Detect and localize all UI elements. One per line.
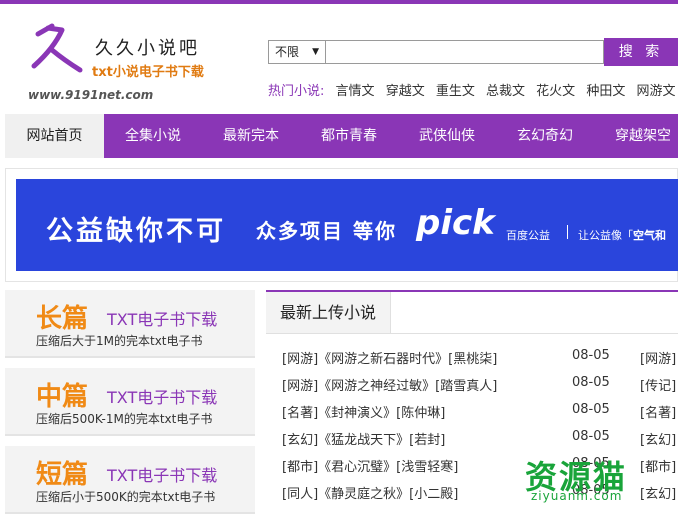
list-item[interactable]: [同人]《静灵庭之秋》[小二殿] 08-05 [玄幻] xyxy=(282,483,676,503)
nav-item-home[interactable]: 网站首页 xyxy=(5,114,104,158)
list-item[interactable]: [网游]《网游之新石器时代》[黑桃柒] 08-05 [网游] xyxy=(282,348,676,368)
category-subtitle: TXT电子书下载 xyxy=(107,466,218,485)
banner-divider xyxy=(567,225,568,239)
search-input[interactable] xyxy=(326,40,604,64)
nav-item-complete[interactable]: 全集小说 xyxy=(104,114,202,158)
row-author[interactable]: [黑桃柒] xyxy=(448,352,497,367)
row-genre[interactable]: [都市] xyxy=(282,460,318,475)
banner-headline: 公益缺你不可 xyxy=(46,216,226,247)
ad-banner-frame: 公益缺你不可 众多项目 等你 pick 百度公益 让公益像「空气和 xyxy=(5,168,678,282)
category-description: 压缩后小于500K的完本txt电子书 xyxy=(36,490,216,504)
banner-pick-text: pick xyxy=(416,203,495,243)
row-author[interactable]: [浅雪轻寒] xyxy=(396,460,458,475)
row-book-title[interactable]: 《网游之神经过敏》 xyxy=(318,379,435,394)
row-book-title[interactable]: 《封神演义》 xyxy=(318,406,396,421)
site-name: 久久小说吧 xyxy=(95,38,200,59)
row-tag[interactable]: [都市] xyxy=(640,456,676,475)
hot-novels: 热门小说: 言情文 穿越文 重生文 总裁文 花火文 种田文 网游文 xyxy=(268,80,675,99)
row-tag[interactable]: [名著] xyxy=(640,402,676,421)
hot-link[interactable]: 花火文 xyxy=(536,84,575,99)
category-title: 长篇 xyxy=(36,304,89,334)
tab-latest-uploads[interactable]: 最新上传小说 xyxy=(266,292,391,334)
site-url: www.9191net.com xyxy=(28,88,154,102)
category-title: 短篇 xyxy=(36,460,89,490)
row-author[interactable]: [踏雪真人] xyxy=(435,379,497,394)
nav-item-time-travel[interactable]: 穿越架空 xyxy=(594,114,678,158)
main-nav: 网站首页 全集小说 最新完本 都市青春 武侠仙侠 玄幻奇幻 穿越架空 xyxy=(5,114,678,158)
row-date: 08-05 xyxy=(572,375,610,390)
row-genre[interactable]: [名著] xyxy=(282,406,318,421)
row-author[interactable]: [若封] xyxy=(409,433,445,448)
chevron-down-icon: ▼ xyxy=(312,47,319,57)
list-item[interactable]: [名著]《封神演义》[陈仲琳] 08-05 [名著] xyxy=(282,402,676,422)
category-short[interactable]: 短篇 TXT电子书下载 压缩后小于500K的完本txt电子书 xyxy=(5,446,255,514)
banner-slogan-extra: 空气和 xyxy=(633,229,666,242)
banner-slogan: 让公益像「空气和 xyxy=(578,227,666,243)
row-date: 08-05 xyxy=(572,402,610,417)
banner-subline: 众多项目 等你 xyxy=(256,219,397,243)
site-logo-icon[interactable] xyxy=(28,22,84,78)
row-tag[interactable]: [玄幻] xyxy=(640,429,676,448)
hot-link[interactable]: 穿越文 xyxy=(386,84,425,99)
nav-item-wuxia[interactable]: 武侠仙侠 xyxy=(398,114,496,158)
list-item[interactable]: [都市]《君心沉璧》[浅雪轻寒] 08-05 [都市] xyxy=(282,456,676,476)
hot-link[interactable]: 网游文 xyxy=(636,84,675,99)
row-date: 08-05 xyxy=(572,429,610,444)
top-accent-bar xyxy=(0,0,678,4)
category-title: 中篇 xyxy=(36,382,89,412)
search-category-select[interactable]: 不限 ▼ xyxy=(268,40,326,64)
hot-novels-label: 热门小说: xyxy=(268,84,325,99)
row-tag[interactable]: [网游] xyxy=(640,348,676,367)
category-long[interactable]: 长篇 TXT电子书下载 压缩后大于1M的完本txt电子书 xyxy=(5,290,255,358)
ad-banner[interactable]: 公益缺你不可 众多项目 等你 pick 百度公益 让公益像「空气和 xyxy=(16,179,678,271)
nav-item-fantasy[interactable]: 玄幻奇幻 xyxy=(496,114,594,158)
row-author[interactable]: [小二殿] xyxy=(409,487,458,502)
row-date: 08-05 xyxy=(572,348,610,363)
search-category-value: 不限 xyxy=(275,45,300,59)
site-slogan: txt小说电子书下载 xyxy=(92,65,204,80)
row-book-title[interactable]: 《网游之新石器时代》 xyxy=(318,352,448,367)
category-subtitle: TXT电子书下载 xyxy=(107,310,218,329)
hot-link[interactable]: 种田文 xyxy=(586,84,625,99)
hot-link[interactable]: 重生文 xyxy=(436,84,475,99)
row-book-title[interactable]: 《君心沉璧》 xyxy=(318,460,396,475)
watermark-url: ziyuanm.com xyxy=(531,489,623,503)
nav-item-urban[interactable]: 都市青春 xyxy=(300,114,398,158)
hot-link[interactable]: 言情文 xyxy=(336,84,375,99)
row-genre[interactable]: [网游] xyxy=(282,379,318,394)
list-item[interactable]: [玄幻]《猛龙战天下》[若封] 08-05 [玄幻] xyxy=(282,429,676,449)
search-button[interactable]: 搜 索 xyxy=(604,38,678,66)
row-book-title[interactable]: 《静灵庭之秋》 xyxy=(318,487,409,502)
row-genre[interactable]: [网游] xyxy=(282,352,318,367)
row-genre[interactable]: [同人] xyxy=(282,487,318,502)
row-tag[interactable]: [玄幻] xyxy=(640,483,676,502)
row-genre[interactable]: [玄幻] xyxy=(282,433,318,448)
row-book-title[interactable]: 《猛龙战天下》 xyxy=(318,433,409,448)
banner-slogan-text: 让公益像 xyxy=(578,229,622,242)
category-subtitle: TXT电子书下载 xyxy=(107,388,218,407)
tab-divider xyxy=(391,333,678,334)
nav-item-latest-finished[interactable]: 最新完本 xyxy=(202,114,300,158)
row-tag[interactable]: [传记] xyxy=(640,375,676,394)
category-medium[interactable]: 中篇 TXT电子书下载 压缩后500K-1M的完本txt电子书 xyxy=(5,368,255,436)
list-item[interactable]: [网游]《网游之神经过敏》[踏雪真人] 08-05 [传记] xyxy=(282,375,676,395)
banner-brand: 百度公益 xyxy=(506,229,550,242)
row-author[interactable]: [陈仲琳] xyxy=(396,406,445,421)
hot-link[interactable]: 总裁文 xyxy=(486,84,525,99)
category-description: 压缩后500K-1M的完本txt电子书 xyxy=(36,412,213,426)
category-description: 压缩后大于1M的完本txt电子书 xyxy=(36,334,203,348)
banner-quote-mark: 「 xyxy=(622,229,633,242)
